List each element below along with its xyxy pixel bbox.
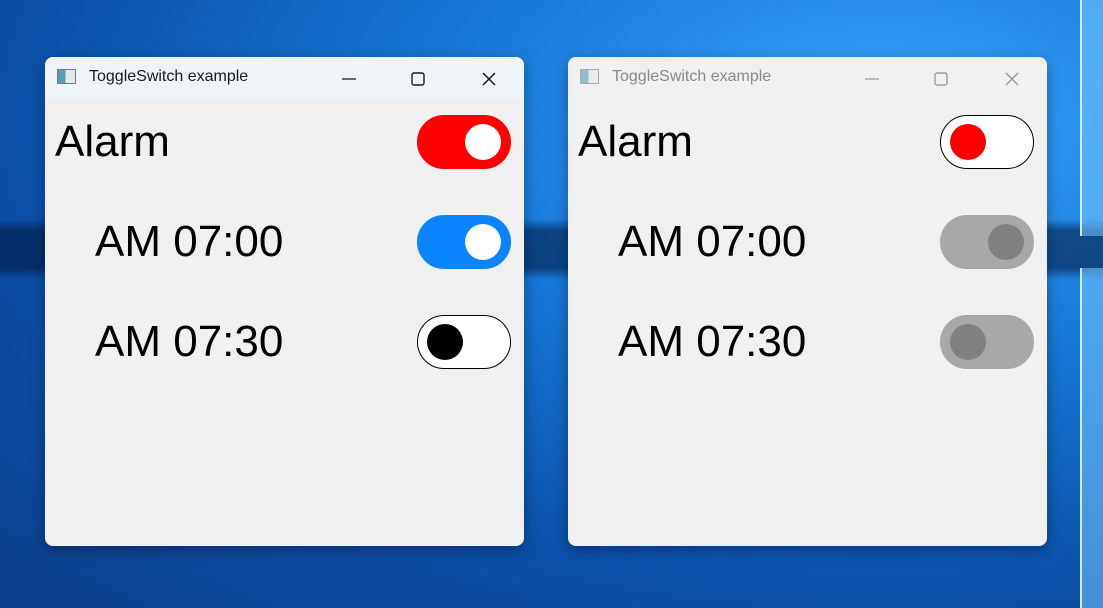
minimize-button[interactable]	[849, 57, 895, 100]
close-button[interactable]	[989, 57, 1035, 100]
time-label-0730: AM 07:30	[618, 317, 807, 366]
minimize-button[interactable]	[326, 57, 372, 100]
row-alarm: Alarm	[568, 112, 1047, 172]
alarm-label: Alarm	[578, 117, 693, 166]
time-label-0730: AM 07:30	[95, 317, 284, 366]
window-right[interactable]: ToggleSwitch example Alarm AM 07:00 AM 0…	[568, 57, 1047, 546]
window-title: ToggleSwitch example	[89, 68, 249, 85]
toggle-0730[interactable]	[417, 315, 511, 369]
row-am-0730: AM 07:30	[568, 312, 1047, 372]
minimize-icon	[342, 77, 356, 80]
row-am-0700: AM 07:00	[568, 212, 1047, 272]
row-alarm: Alarm	[45, 112, 524, 172]
time-label-0700: AM 07:00	[95, 217, 284, 266]
toggle-knob	[427, 324, 463, 360]
maximize-icon	[934, 71, 948, 86]
maximize-button[interactable]	[395, 57, 441, 100]
toggle-knob	[950, 124, 986, 160]
title-bar[interactable]: ToggleSwitch example	[568, 57, 1047, 100]
window-title: ToggleSwitch example	[612, 68, 772, 85]
toggle-knob	[988, 224, 1024, 260]
close-icon	[482, 71, 496, 86]
row-am-0700: AM 07:00	[45, 212, 524, 272]
toggle-knob	[950, 324, 986, 360]
minimize-icon	[865, 77, 879, 80]
desktop-logo-pane-bottom	[1080, 268, 1103, 608]
app-window-icon	[57, 69, 76, 84]
maximize-button[interactable]	[918, 57, 964, 100]
toggle-0700[interactable]	[940, 215, 1034, 269]
desktop-logo-pane-top	[1080, 0, 1103, 236]
title-bar[interactable]: ToggleSwitch example	[45, 57, 524, 100]
alarm-label: Alarm	[55, 117, 170, 166]
close-button[interactable]	[466, 57, 512, 100]
app-window-icon	[580, 69, 599, 84]
row-am-0730: AM 07:30	[45, 312, 524, 372]
toggle-0730[interactable]	[940, 315, 1034, 369]
toggle-knob	[465, 224, 501, 260]
maximize-icon	[411, 71, 425, 86]
alarm-toggle[interactable]	[417, 115, 511, 169]
window-left[interactable]: ToggleSwitch example Alarm AM 07:00 AM 0…	[45, 57, 524, 546]
alarm-toggle[interactable]	[940, 115, 1034, 169]
toggle-knob	[465, 124, 501, 160]
toggle-0700[interactable]	[417, 215, 511, 269]
time-label-0700: AM 07:00	[618, 217, 807, 266]
close-icon	[1005, 71, 1019, 86]
